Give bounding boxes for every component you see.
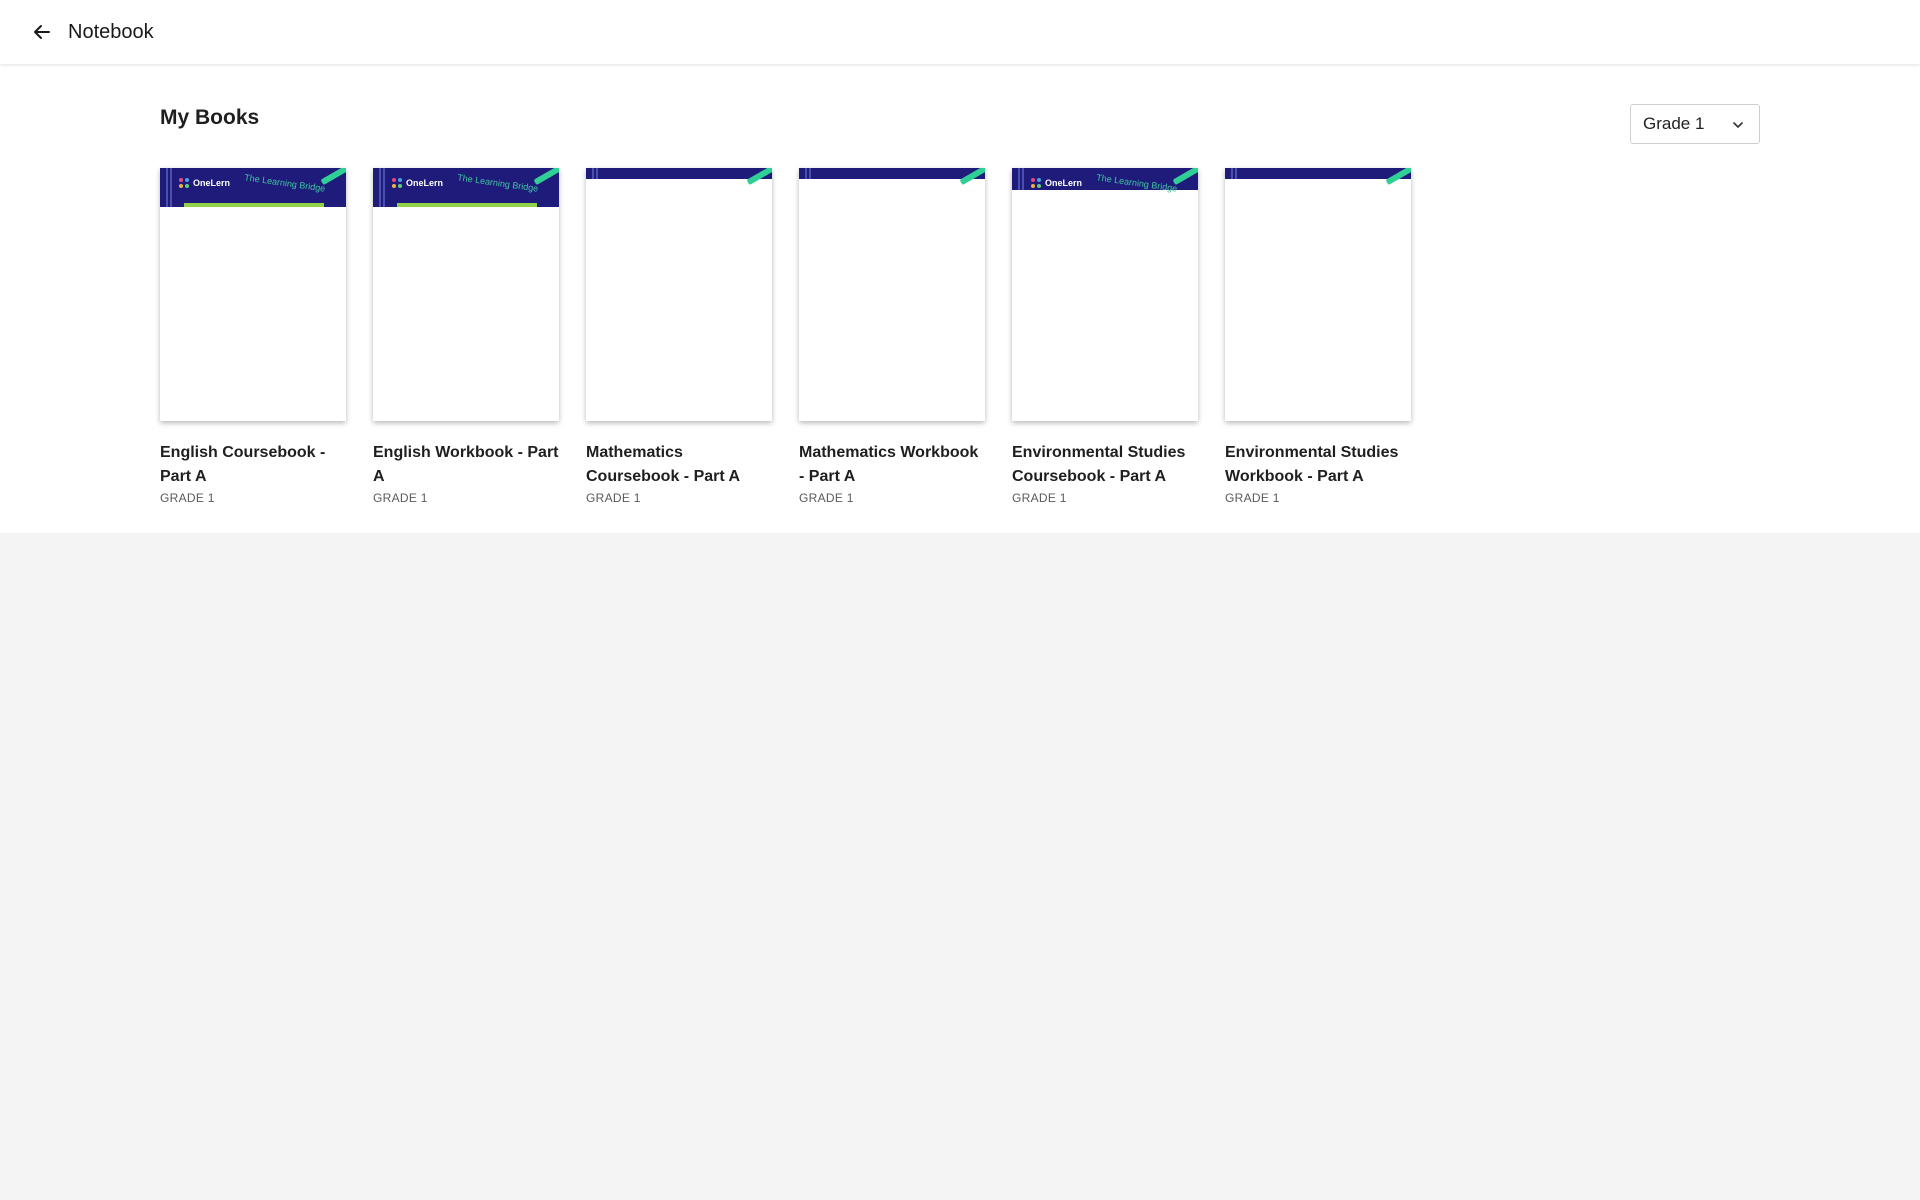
- book-grade: GRADE 1: [799, 491, 854, 505]
- book-card[interactable]: Mathematics Workbook - Part A GRADE 1: [799, 168, 985, 505]
- brand-logo: OneLern: [391, 177, 443, 189]
- book-grade: GRADE 1: [586, 491, 641, 505]
- book-cover[interactable]: [586, 168, 772, 421]
- book-cover[interactable]: [1225, 168, 1411, 421]
- book-title: English Workbook - Part A: [373, 444, 559, 485]
- book-card[interactable]: Environmental Studies Workbook - Part A …: [1225, 168, 1411, 505]
- back-button[interactable]: [28, 18, 56, 46]
- pen-graphic: [1385, 168, 1411, 186]
- logo-icon: [392, 178, 402, 188]
- book-title: Environmental Studies Coursebook - Part …: [1012, 444, 1186, 485]
- book-cover[interactable]: OneLern The Learning Bridge: [160, 168, 346, 421]
- logo-icon: [1031, 178, 1041, 188]
- book-title: Mathematics Workbook - Part A: [799, 444, 979, 485]
- brand-logo: OneLern: [178, 177, 230, 189]
- book-card[interactable]: OneLern The Learning Bridge English Work…: [373, 168, 559, 505]
- book-title: English Coursebook - Part A: [160, 444, 326, 485]
- book-grade: GRADE 1: [1012, 491, 1067, 505]
- pen-graphic: [320, 168, 346, 186]
- book-card[interactable]: OneLern The Learning Bridge Environmenta…: [1012, 168, 1198, 505]
- logo-icon: [179, 178, 189, 188]
- cover-header: [586, 168, 772, 186]
- page-title: Notebook: [68, 21, 154, 43]
- pen-graphic: [1172, 168, 1198, 186]
- book-grade: GRADE 1: [160, 491, 215, 505]
- book-card[interactable]: Mathematics Coursebook - Part A GRADE 1: [586, 168, 772, 505]
- arrow-left-icon: [34, 25, 50, 39]
- book-title: Environmental Studies Workbook - Part A: [1225, 444, 1399, 485]
- pen-graphic: [746, 168, 772, 186]
- cover-header: OneLern The Learning Bridge: [373, 168, 559, 207]
- cover-header: [799, 168, 985, 186]
- book-title: Mathematics Coursebook - Part A: [586, 444, 741, 485]
- grade-select[interactable]: Grade 1: [1630, 104, 1760, 144]
- cover-header: OneLern The Learning Bridge: [1012, 168, 1198, 194]
- pen-graphic: [533, 168, 559, 186]
- book-grade: GRADE 1: [1225, 491, 1280, 505]
- book-cover[interactable]: OneLern The Learning Bridge: [1012, 168, 1198, 421]
- pen-graphic: [959, 168, 985, 186]
- books-panel: My Books Grade 1 OneLern The Learning Br…: [0, 64, 1920, 533]
- book-cover[interactable]: OneLern The Learning Bridge: [373, 168, 559, 421]
- section-title: My Books: [160, 106, 260, 129]
- brand-logo: OneLern: [1030, 177, 1082, 189]
- book-grid: OneLern The Learning Bridge English Cour…: [160, 168, 1411, 505]
- grade-select-value: Grade 1: [1643, 114, 1705, 133]
- cover-header: [1225, 168, 1411, 186]
- chevron-down-icon: [1733, 122, 1743, 128]
- top-app-bar: Notebook: [0, 0, 1920, 64]
- book-grade: GRADE 1: [373, 491, 428, 505]
- book-cover[interactable]: [799, 168, 985, 421]
- cover-header: OneLern The Learning Bridge: [160, 168, 346, 207]
- book-card[interactable]: OneLern The Learning Bridge English Cour…: [160, 168, 346, 505]
